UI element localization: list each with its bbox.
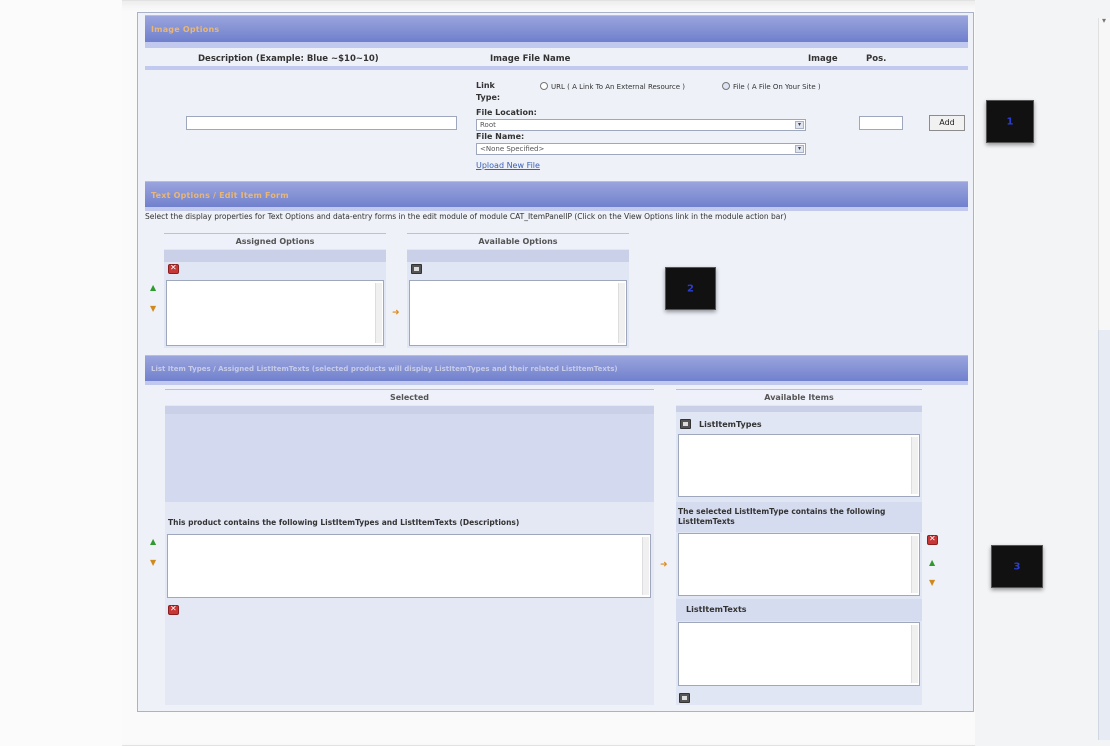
add-button[interactable]: Add [929, 115, 965, 131]
list-items-header-sub [145, 381, 968, 385]
callout-badge-1-number: 1 [1006, 116, 1014, 127]
assigned-options-head: Assigned Options [164, 233, 386, 249]
chevron-down-icon: ▾ [795, 121, 804, 129]
radio-file[interactable] [722, 82, 730, 90]
file-location-label: File Location: [476, 108, 537, 117]
list-item-texts-selected-list[interactable] [678, 533, 920, 596]
image-options-title: Image Options [151, 25, 220, 34]
scrollbar-thumb[interactable] [1098, 330, 1110, 740]
text-options-header: Text Options / Edit Item Form [145, 181, 968, 208]
selected-bar [165, 406, 654, 414]
radio-url-label: URL ( A Link To An External Resource ) [551, 83, 686, 91]
text-options-title: Text Options / Edit Item Form [151, 191, 289, 200]
radio-file-label: File ( A File On Your Site ) [733, 83, 821, 91]
description-input[interactable] [186, 116, 457, 130]
contains-label: This product contains the following List… [168, 518, 520, 527]
list-scrollbar[interactable] [911, 437, 918, 494]
list-scrollbar[interactable] [375, 283, 382, 343]
chevron-down-icon: ▾ [795, 145, 804, 153]
callout-badge-2: 2 [665, 267, 716, 310]
list-item-texts-label: ListItemTexts [686, 605, 747, 614]
delete-icon[interactable] [927, 534, 938, 545]
available-options-bar [407, 250, 629, 262]
add-icon[interactable] [679, 693, 690, 703]
selected-items-list[interactable] [167, 534, 651, 598]
callout-badge-3: 3 [991, 545, 1043, 588]
position-input[interactable] [859, 116, 903, 130]
col-pos: Pos. [866, 54, 887, 64]
available-options-head: Available Options [407, 233, 629, 249]
move-up-icon[interactable]: ▲ [929, 559, 937, 567]
assigned-options-list[interactable] [166, 280, 384, 346]
list-item-types-list[interactable] [678, 434, 920, 497]
list-scrollbar[interactable] [642, 537, 649, 595]
selected-types-area [165, 414, 654, 502]
add-icon[interactable] [411, 264, 422, 274]
file-name-select[interactable]: <None Specified> ▾ [476, 143, 806, 155]
file-name-label: File Name: [476, 132, 525, 141]
assigned-options-bar [164, 250, 386, 262]
list-item-types-label: ListItemTypes [699, 420, 762, 429]
list-items-header: List Item Types / Assigned ListItemTexts… [145, 355, 968, 382]
add-icon[interactable] [680, 419, 691, 429]
list-scrollbar[interactable] [911, 536, 918, 593]
callout-badge-3-number: 3 [1013, 561, 1021, 572]
callout-badge-1: 1 [986, 100, 1034, 143]
available-options-list[interactable] [409, 280, 627, 346]
text-options-instruction: Select the display properties for Text O… [145, 212, 787, 221]
upload-new-file-link[interactable]: Upload New File [476, 161, 540, 170]
file-location-value: Root [480, 121, 496, 129]
list-items-title: List Item Types / Assigned ListItemTexts… [151, 365, 618, 373]
delete-icon[interactable] [168, 604, 179, 615]
move-up-icon[interactable]: ▲ [150, 284, 158, 292]
corner-marker: ▾ [1102, 16, 1107, 25]
available-items-head: Available Items [676, 389, 922, 405]
transfer-arrow-icon[interactable]: ➜ [392, 309, 402, 318]
scrollbar-track-top[interactable] [1098, 18, 1110, 330]
list-item-texts-list[interactable] [678, 622, 920, 686]
radio-url[interactable] [540, 82, 548, 90]
list-scrollbar[interactable] [911, 625, 918, 683]
col-image-file-name: Image File Name [490, 54, 571, 64]
transfer-arrow-icon[interactable]: ➜ [660, 561, 670, 570]
col-image: Image [808, 54, 838, 64]
delete-icon[interactable] [168, 263, 179, 274]
move-down-icon[interactable]: ▼ [929, 579, 937, 587]
available-items-bar [676, 406, 922, 412]
callout-badge-2-number: 2 [687, 283, 694, 294]
move-down-icon[interactable]: ▼ [150, 559, 158, 567]
image-options-header: Image Options [145, 15, 968, 42]
image-options-header-sub [145, 42, 968, 48]
left-margin [0, 0, 122, 746]
move-down-icon[interactable]: ▼ [150, 305, 158, 313]
selected-type-label: The selected ListItemType contains the f… [678, 507, 886, 526]
col-description: Description (Example: Blue ~$10~10) [198, 54, 379, 64]
selected-head: Selected [165, 389, 654, 405]
file-name-value: <None Specified> [480, 145, 545, 153]
move-up-icon[interactable]: ▲ [150, 538, 158, 546]
link-type-label: Link Type: [476, 81, 501, 102]
col-head-underline [145, 66, 968, 70]
file-location-select[interactable]: Root ▾ [476, 119, 806, 131]
list-scrollbar[interactable] [618, 283, 625, 343]
